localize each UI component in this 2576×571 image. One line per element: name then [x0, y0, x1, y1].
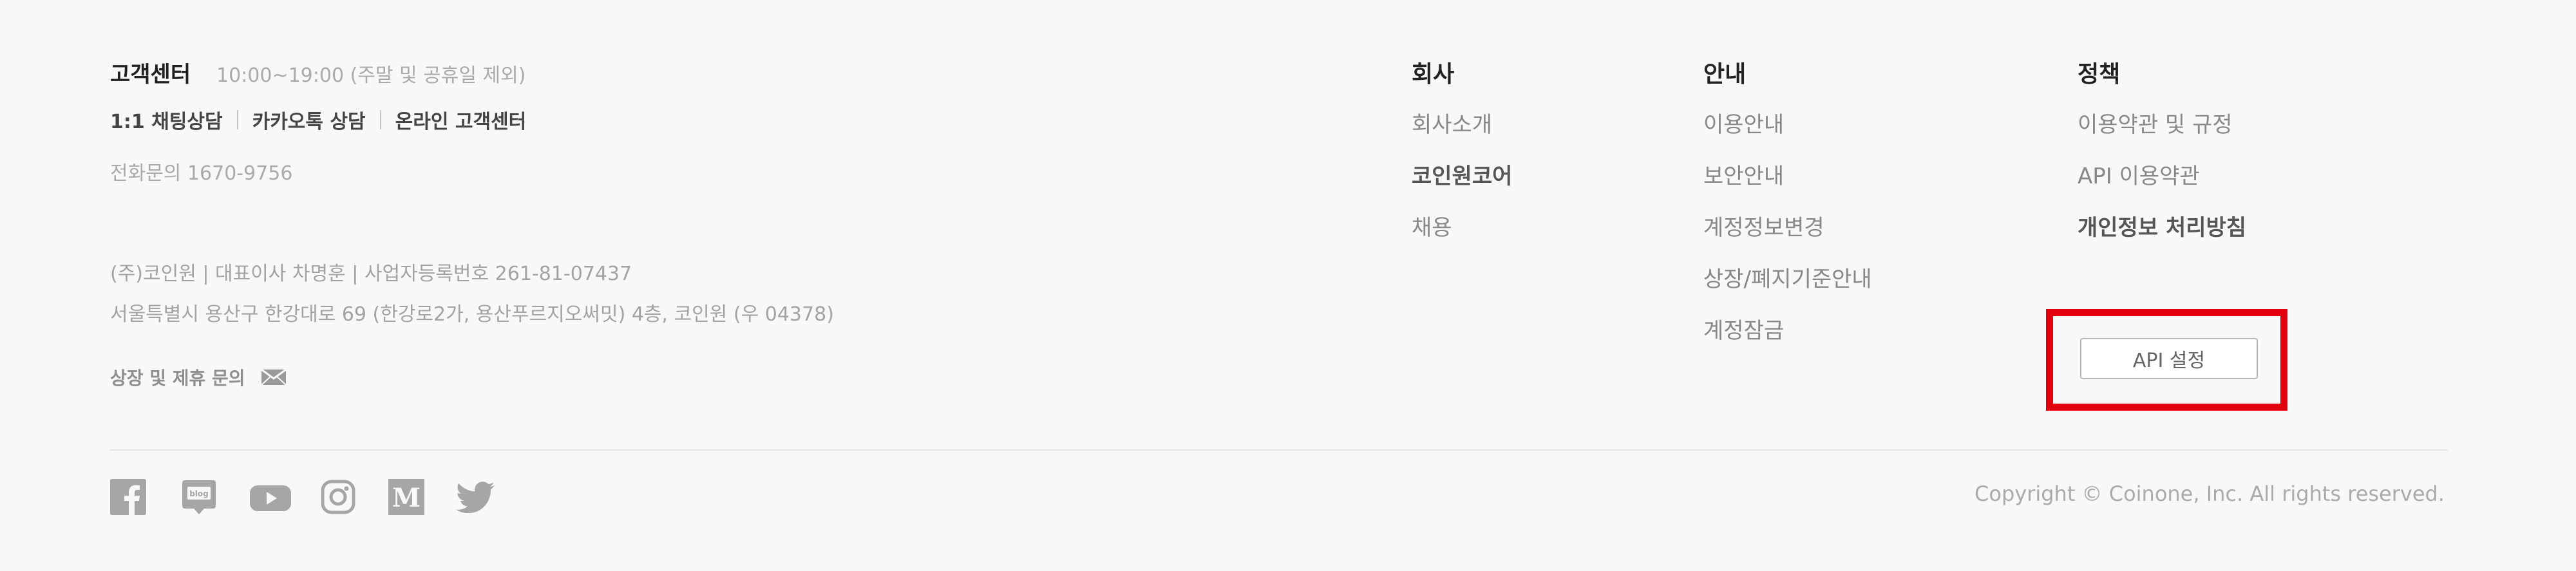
- listing-criteria-link[interactable]: 상장/폐지기준안내: [1703, 261, 1872, 293]
- customer-center-title: 고객센터: [110, 62, 191, 88]
- careers-link[interactable]: 채용: [1412, 210, 1452, 241]
- mail-icon: [260, 368, 287, 386]
- listing-inquiry-link[interactable]: 상장 및 제휴 문의: [110, 364, 287, 390]
- usage-guide-link[interactable]: 이용안내: [1703, 107, 1784, 138]
- medium-icon[interactable]: M: [388, 479, 424, 515]
- customer-center-links: 1:1 채팅상담 카카오톡 상담 온라인 고객센터: [110, 106, 526, 134]
- facebook-icon[interactable]: [110, 479, 146, 515]
- online-center-link[interactable]: 온라인 고객센터: [395, 106, 527, 134]
- link-separator: [236, 110, 238, 129]
- policy-column-heading: 정책: [2078, 61, 2121, 88]
- kakaotalk-consult-link[interactable]: 카카오톡 상담: [252, 106, 366, 134]
- company-address: 서울특별시 용산구 한강대로 69 (한강로2가, 용산푸르지오써밋) 4층, …: [110, 303, 834, 326]
- copyright-text: Copyright © Coinone, Inc. All rights res…: [1975, 482, 2445, 506]
- privacy-policy-link[interactable]: 개인정보 처리방침: [2078, 210, 2246, 241]
- account-info-change-link[interactable]: 계정정보변경: [1703, 210, 1824, 241]
- phone-inquiry: 전화문의 1670-9756: [110, 162, 293, 185]
- instagram-icon[interactable]: [320, 479, 356, 515]
- svg-text:blog: blog: [189, 489, 209, 498]
- company-intro-link[interactable]: 회사소개: [1412, 107, 1492, 138]
- listing-inquiry-label: 상장 및 제휴 문의: [110, 368, 245, 389]
- company-registration-info: (주)코인원 | 대표이사 차명훈 | 사업자등록번호 261-81-07437: [110, 263, 632, 285]
- chat-consult-link[interactable]: 1:1 채팅상담: [110, 106, 223, 134]
- terms-link[interactable]: 이용약관 및 규정: [2078, 107, 2233, 138]
- footer-divider: [110, 449, 2448, 451]
- blog-icon[interactable]: blog: [181, 479, 217, 515]
- customer-center-hours: 10:00~19:00 (주말 및 공휴일 제외): [216, 64, 526, 87]
- link-separator: [379, 110, 381, 129]
- api-terms-link[interactable]: API 이용약관: [2078, 158, 2200, 190]
- coinone-core-link[interactable]: 코인원코어: [1412, 158, 1512, 190]
- svg-text:M: M: [392, 483, 421, 513]
- account-lock-link[interactable]: 계정잠금: [1703, 313, 1784, 344]
- guide-column-heading: 안내: [1703, 61, 1747, 88]
- security-guide-link[interactable]: 보안안내: [1703, 158, 1784, 190]
- company-column-heading: 회사: [1412, 61, 1455, 88]
- twitter-icon[interactable]: [456, 479, 496, 515]
- youtube-icon[interactable]: [250, 479, 291, 515]
- api-settings-button[interactable]: API 설정: [2080, 338, 2258, 379]
